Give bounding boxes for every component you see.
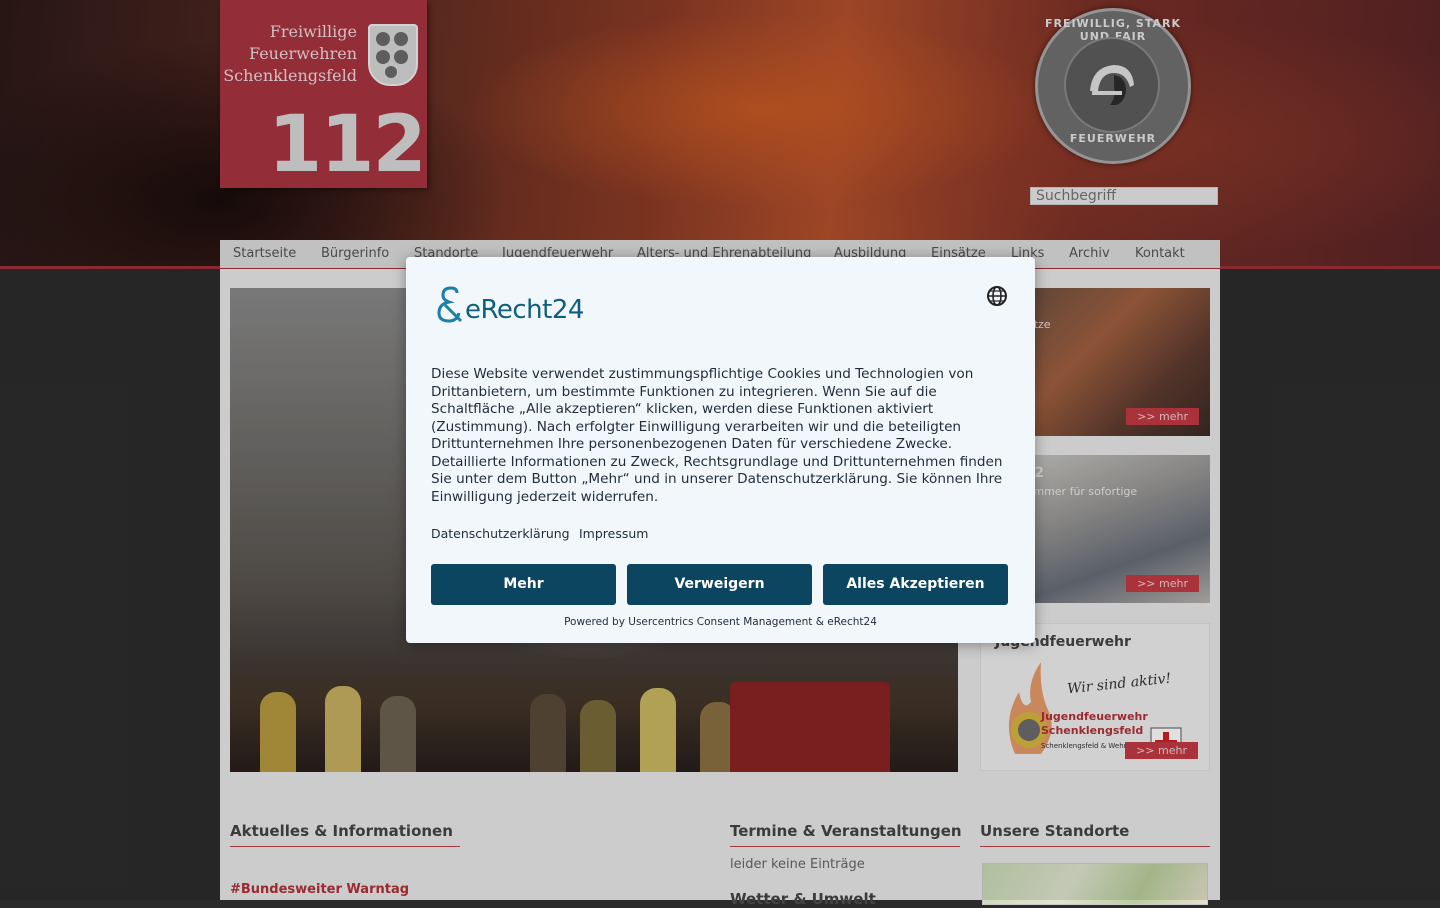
erecht24-logo-icon [437,286,463,323]
cookie-consent-dialog: eRecht24 Diese Website verwendet zustimm… [406,257,1035,643]
language-globe-icon[interactable] [986,285,1008,307]
consent-description: Diese Website verwendet zustimmungspflic… [431,366,1003,505]
consent-brand-logo: eRecht24 [431,281,601,325]
imprint-link[interactable]: Impressum [579,526,648,541]
deny-button[interactable]: Verweigern [627,564,812,605]
powered-by-text: Powered by Usercentrics Consent Manageme… [564,616,877,628]
accept-all-button[interactable]: Alles Akzeptieren [823,564,1008,605]
privacy-policy-link[interactable]: Datenschutzerklärung [431,526,570,541]
consent-brand-name: eRecht24 [465,295,584,325]
more-info-button[interactable]: Mehr [431,564,616,605]
